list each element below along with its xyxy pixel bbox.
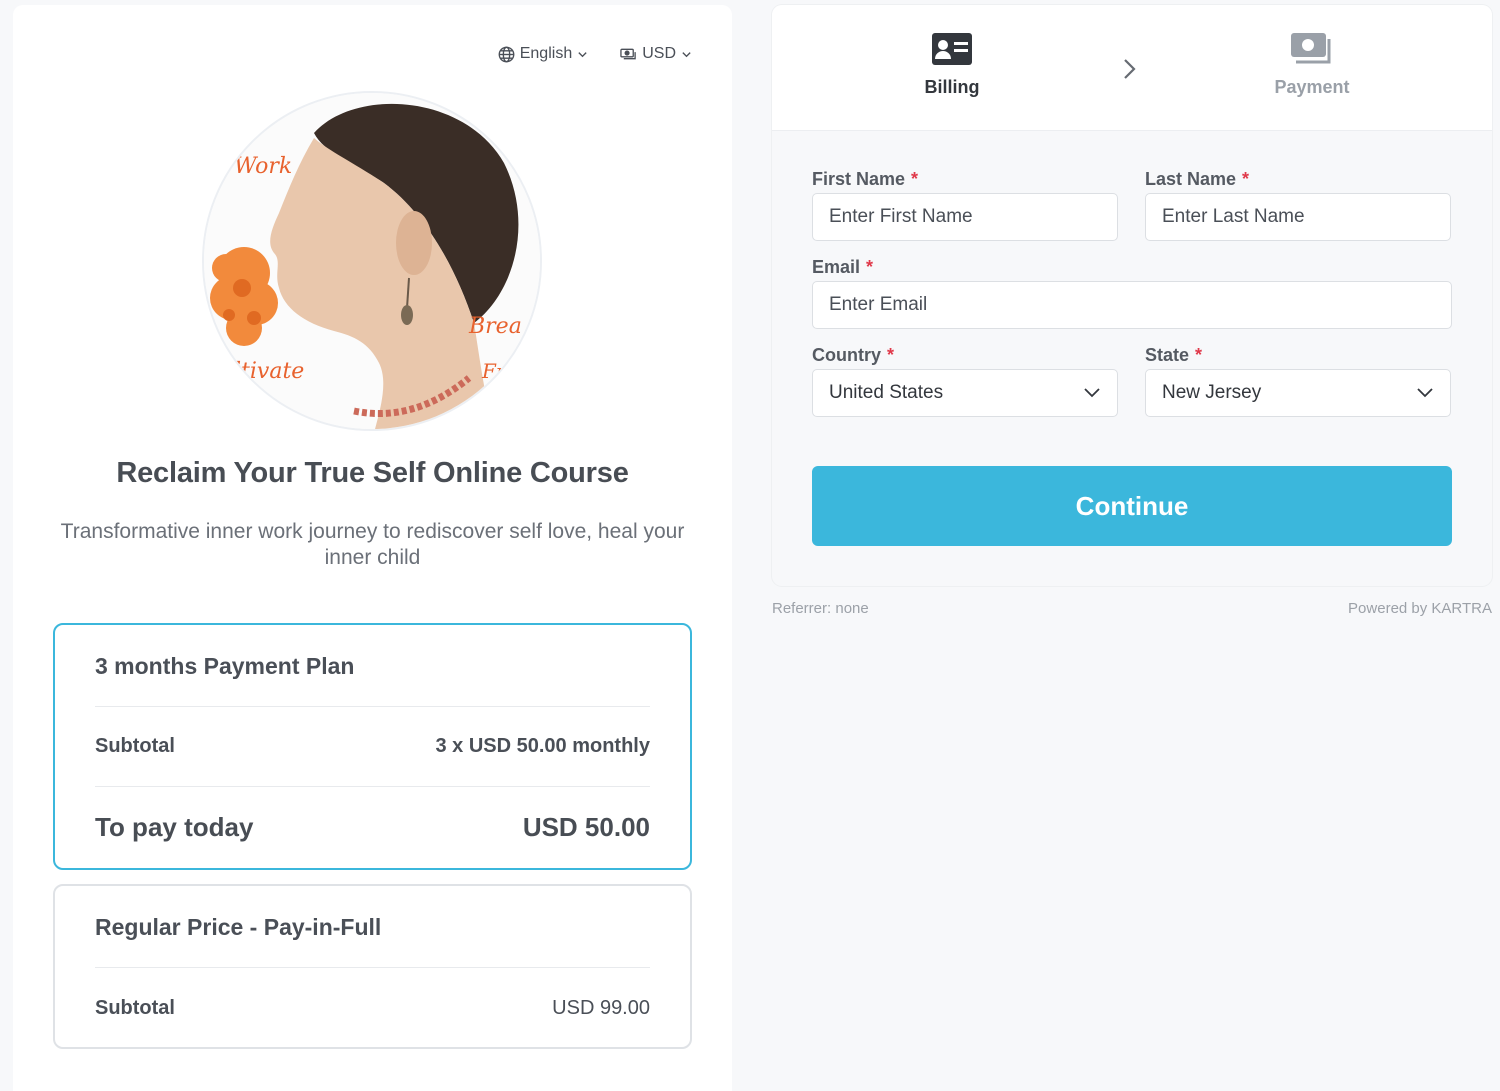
image-word-3: ltivate (234, 359, 304, 384)
plan-today-row: To pay today USD 50.00 (95, 787, 650, 867)
top-controls: English USD (498, 45, 692, 63)
required-mark: * (1242, 169, 1250, 189)
last-name-input[interactable] (1145, 193, 1451, 241)
plan-subtotal-row: Subtotal USD 99.00 (95, 968, 650, 1048)
full-price-plan-option[interactable]: Regular Price - Pay-in-Full Subtotal USD… (53, 884, 692, 1049)
money-icon (620, 47, 637, 61)
language-label: English (519, 45, 573, 62)
country-select[interactable]: United States (812, 369, 1118, 417)
state-label: State * (1145, 345, 1203, 365)
plan-subtotal-row: Subtotal 3 x USD 50.00 monthly (95, 707, 650, 787)
currency-label: USD (642, 45, 676, 62)
currency-selector[interactable]: USD (620, 45, 692, 63)
required-mark: * (887, 345, 895, 365)
image-word-4: Fr (481, 359, 507, 383)
email-label: Email * (812, 257, 874, 277)
today-value: USD 50.00 (522, 811, 650, 842)
payment-plan-option[interactable]: 3 months Payment Plan Subtotal 3 x USD 5… (53, 623, 692, 870)
required-mark: * (866, 257, 874, 277)
checkout-steps: Billing Payment (772, 5, 1492, 131)
state-value: New Jersey (1162, 382, 1262, 403)
last-name-label: Last Name * (1145, 169, 1250, 189)
chevron-down-icon (1083, 382, 1101, 404)
step-billing[interactable]: Billing (882, 33, 1022, 98)
subtotal-value: 3 x USD 50.00 monthly (435, 735, 650, 757)
referrer-text: Referrer: none (772, 600, 869, 617)
course-description: Transformative inner work journey to red… (60, 520, 685, 569)
checkout-panel: Billing Payment First Name* Last Name* (772, 5, 1492, 586)
course-title: Reclaim Your True Self Online Course (116, 457, 629, 489)
required-mark: * (1195, 345, 1203, 365)
state-select[interactable]: New Jersey (1145, 369, 1451, 417)
continue-button[interactable]: Continue (812, 466, 1452, 546)
plan-name: Regular Price - Pay-in-Full (95, 886, 650, 968)
globe-icon (498, 46, 515, 63)
subtotal-label: Subtotal (95, 735, 175, 757)
chevron-down-icon (577, 49, 588, 60)
image-word-2: Brea (468, 314, 522, 339)
cash-icon (1242, 33, 1382, 77)
product-image: Work Brea ltivate Fr (202, 91, 542, 431)
chevron-down-icon (1416, 382, 1434, 404)
country-value: United States (829, 382, 944, 403)
billing-form: First Name* Last Name* Email* Country* U… (812, 165, 1452, 429)
plan-name: 3 months Payment Plan (95, 625, 650, 707)
language-selector[interactable]: English (498, 45, 588, 63)
first-name-label: First Name * (812, 169, 919, 189)
product-panel: English USD Work Brea ltivate Fr Reclaim… (13, 5, 732, 1091)
image-word-1: Work (234, 154, 292, 179)
country-label: Country * (812, 345, 895, 365)
today-label: To pay today (95, 811, 254, 842)
powered-by-link[interactable]: Powered by KARTRA (1348, 600, 1492, 617)
step-payment-label: Payment (1274, 77, 1350, 97)
footer: Referrer: none Powered by KARTRA (772, 600, 1492, 617)
required-mark: * (911, 169, 919, 189)
first-name-input[interactable] (812, 193, 1118, 241)
step-billing-label: Billing (924, 77, 980, 97)
chevron-down-icon (681, 49, 692, 60)
subtotal-value: USD 99.00 (552, 996, 650, 1019)
subtotal-label: Subtotal (95, 996, 175, 1019)
email-input[interactable] (812, 281, 1452, 329)
chevron-right-icon (1121, 57, 1137, 86)
step-payment[interactable]: Payment (1242, 33, 1382, 98)
id-card-icon (882, 33, 1022, 77)
